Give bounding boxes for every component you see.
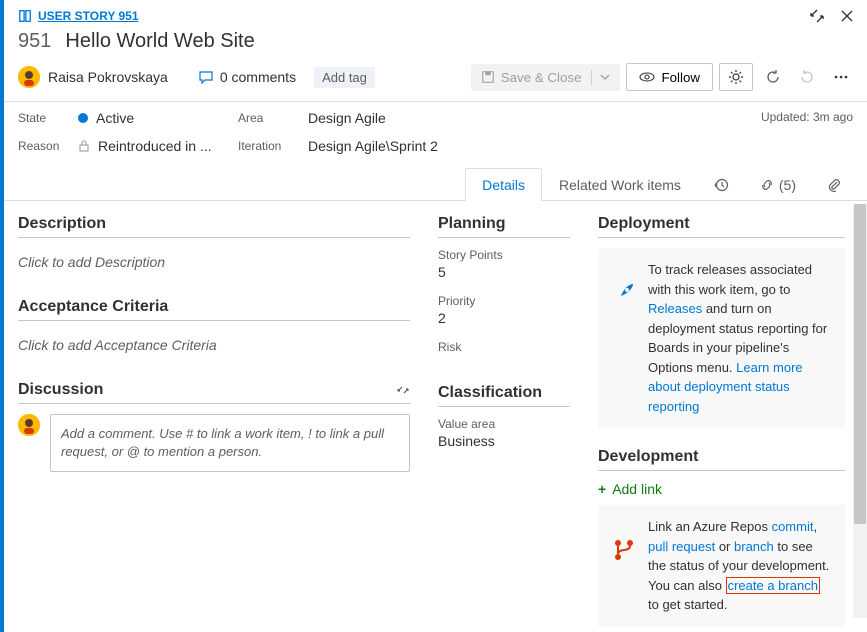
risk-label: Risk [438, 340, 570, 354]
discussion-heading: Discussion [18, 381, 103, 399]
expand-icon[interactable] [396, 383, 410, 397]
development-heading: Development [598, 448, 845, 466]
eye-icon [639, 69, 655, 85]
development-info: Link an Azure Repos commit, pull request… [648, 517, 833, 615]
close-icon[interactable] [839, 8, 855, 24]
acceptance-input[interactable]: Click to add Acceptance Criteria [18, 331, 410, 359]
link-icon [759, 177, 775, 193]
story-points-value[interactable]: 5 [438, 264, 570, 280]
acceptance-heading: Acceptance Criteria [18, 298, 410, 316]
undo-button[interactable] [793, 64, 821, 90]
value-area-label: Value area [438, 417, 570, 431]
branch-icon [611, 537, 637, 563]
classification-heading: Classification [438, 384, 570, 402]
undo-icon [799, 69, 815, 85]
refresh-icon [765, 69, 781, 85]
releases-link[interactable]: Releases [648, 301, 702, 316]
reason-label: Reason [18, 139, 78, 153]
work-item-id: 951 [18, 30, 51, 53]
state-dot-icon [78, 113, 88, 123]
more-actions-button[interactable] [827, 64, 855, 90]
history-icon [713, 177, 729, 193]
add-link-button[interactable]: +Add link [598, 481, 845, 497]
state-label: State [18, 111, 78, 125]
save-close-button[interactable]: Save & Close [471, 64, 621, 91]
branch-link[interactable]: branch [734, 539, 774, 554]
avatar [18, 414, 40, 436]
lock-icon [78, 140, 90, 152]
chevron-down-icon [600, 72, 610, 82]
tab-related-work-items[interactable]: Related Work items [542, 168, 698, 201]
iteration-label: Iteration [238, 139, 308, 153]
tab-history[interactable] [698, 168, 744, 201]
gear-icon [728, 69, 744, 85]
reason-picker[interactable]: Reintroduced in ... [78, 138, 218, 154]
assignee-picker[interactable]: Raisa Pokrovskaya [18, 66, 168, 88]
story-points-label: Story Points [438, 248, 570, 262]
commit-link[interactable]: commit [772, 519, 814, 534]
planning-heading: Planning [438, 215, 570, 233]
description-heading: Description [18, 215, 410, 233]
comment-icon [198, 69, 214, 85]
tab-links[interactable]: (5) [744, 168, 811, 201]
follow-button[interactable]: Follow [626, 63, 713, 91]
rocket-icon [611, 280, 637, 306]
tab-details[interactable]: Details [465, 168, 542, 201]
area-value[interactable]: Design Agile [308, 110, 386, 126]
comments-button[interactable]: 0 comments [198, 69, 296, 85]
create-branch-link[interactable]: create a branch [726, 577, 820, 594]
tab-attachments[interactable] [811, 168, 867, 201]
pull-request-link[interactable]: pull request [648, 539, 715, 554]
description-input[interactable]: Click to add Description [18, 248, 410, 276]
deployment-info: To track releases associated with this w… [648, 260, 833, 416]
refresh-button[interactable] [759, 64, 787, 90]
discussion-input[interactable]: Add a comment. Use # to link a work item… [50, 414, 410, 472]
work-item-type-link[interactable]: USER STORY 951 [18, 9, 139, 23]
value-area-value[interactable]: Business [438, 433, 570, 449]
assignee-name: Raisa Pokrovskaya [48, 69, 168, 85]
add-tag-button[interactable]: Add tag [314, 67, 375, 88]
book-icon [18, 9, 32, 23]
avatar [18, 66, 40, 88]
area-label: Area [238, 111, 308, 125]
save-icon [481, 70, 495, 84]
maximize-icon[interactable] [809, 8, 825, 24]
priority-value[interactable]: 2 [438, 310, 570, 326]
attachment-icon [826, 177, 842, 193]
scrollbar-thumb[interactable] [854, 204, 866, 524]
iteration-value[interactable]: Design Agile\Sprint 2 [308, 138, 438, 154]
settings-button[interactable] [719, 63, 753, 91]
state-picker[interactable]: Active [78, 110, 218, 126]
updated-timestamp: Updated: 3m ago [761, 110, 853, 124]
deployment-heading: Deployment [598, 215, 845, 233]
work-item-title[interactable]: Hello World Web Site [65, 30, 254, 53]
more-icon [833, 69, 849, 85]
priority-label: Priority [438, 294, 570, 308]
